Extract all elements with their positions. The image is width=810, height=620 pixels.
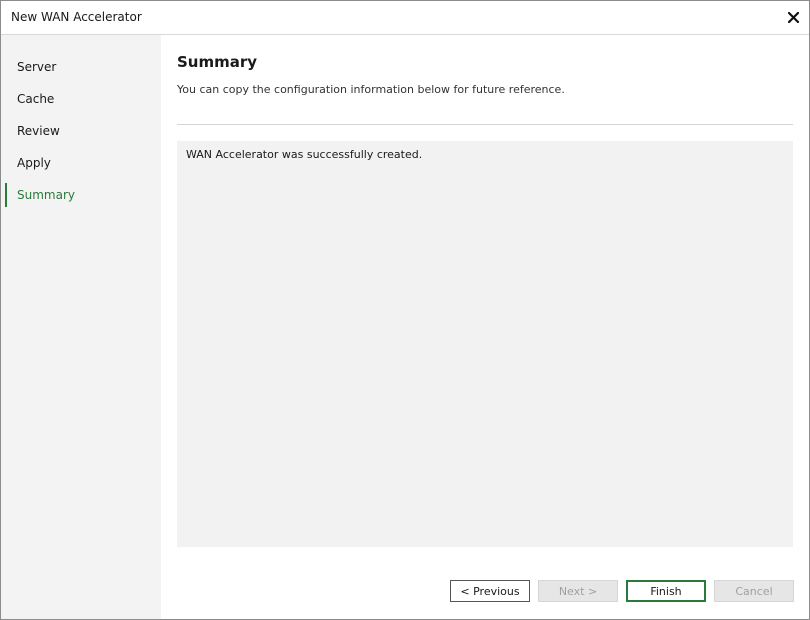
step-review[interactable]: Review bbox=[1, 119, 161, 143]
main-content: Summary You can copy the configuration i… bbox=[162, 35, 809, 619]
step-label: Summary bbox=[17, 188, 75, 202]
previous-button[interactable]: < Previous bbox=[450, 580, 530, 602]
step-label: Server bbox=[17, 60, 57, 74]
page-subtitle: You can copy the configuration informati… bbox=[177, 83, 565, 96]
close-button[interactable] bbox=[783, 7, 803, 27]
window-title: New WAN Accelerator bbox=[11, 10, 142, 24]
next-button[interactable]: Next > bbox=[538, 580, 618, 602]
step-server[interactable]: Server bbox=[1, 55, 161, 79]
finish-button[interactable]: Finish bbox=[626, 580, 706, 602]
summary-text: WAN Accelerator was successfully created… bbox=[186, 148, 423, 161]
cancel-button[interactable]: Cancel bbox=[714, 580, 794, 602]
step-label: Cache bbox=[17, 92, 55, 106]
summary-textbox[interactable]: WAN Accelerator was successfully created… bbox=[177, 141, 793, 547]
active-step-marker bbox=[5, 183, 7, 207]
close-icon bbox=[787, 11, 799, 23]
wizard-steps-sidebar: Server Cache Review Apply Summary bbox=[1, 35, 161, 619]
step-apply[interactable]: Apply bbox=[1, 151, 161, 175]
page-title: Summary bbox=[177, 53, 258, 71]
step-summary[interactable]: Summary bbox=[1, 183, 161, 207]
wizard-window: New WAN Accelerator Server Cache Review … bbox=[0, 0, 810, 620]
title-bar: New WAN Accelerator bbox=[1, 1, 809, 35]
divider bbox=[177, 124, 793, 125]
step-cache[interactable]: Cache bbox=[1, 87, 161, 111]
step-label: Apply bbox=[17, 156, 51, 170]
step-label: Review bbox=[17, 124, 60, 138]
